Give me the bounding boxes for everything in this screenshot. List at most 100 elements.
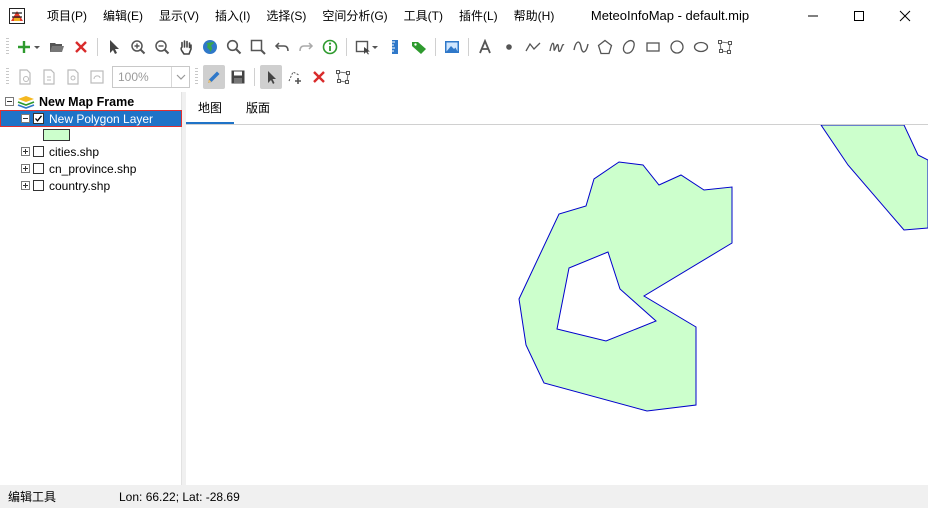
menu-plugins[interactable]: 插件(L) xyxy=(451,0,506,32)
toolbar-separator xyxy=(254,68,255,86)
document-refresh-icon xyxy=(90,70,104,84)
draw-point-button[interactable] xyxy=(498,35,520,59)
layer-node-country[interactable]: country.shp xyxy=(21,177,110,194)
draw-ellipse-button[interactable] xyxy=(690,35,712,59)
tag-icon xyxy=(412,42,426,54)
edit-feature-vertices-button[interactable] xyxy=(332,65,354,89)
text-a-icon xyxy=(479,39,491,54)
layer-visibility-checkbox[interactable] xyxy=(33,163,44,174)
zoom-level-value: 100% xyxy=(118,70,149,84)
draw-curve-polygon-button[interactable] xyxy=(618,35,640,59)
layer-properties-button[interactable] xyxy=(62,65,84,89)
full-extent-button[interactable] xyxy=(199,35,221,59)
draw-polyline-button[interactable] xyxy=(522,35,544,59)
info-button[interactable] xyxy=(319,35,341,59)
status-bar: 编辑工具 Lon: 66.22; Lat: -28.69 xyxy=(0,485,928,508)
tab-layout[interactable]: 版面 xyxy=(234,92,282,124)
new-layer-button[interactable] xyxy=(14,65,36,89)
pencil-icon xyxy=(208,71,220,83)
save-layer-button[interactable] xyxy=(38,65,60,89)
layer-node-cn-province[interactable]: cn_province.shp xyxy=(21,160,136,177)
draw-freehand-button[interactable] xyxy=(546,35,568,59)
picture-icon xyxy=(445,41,459,53)
window-title: MeteoInfoMap - default.mip xyxy=(590,8,750,23)
map-canvas[interactable] xyxy=(186,125,928,485)
label-tag-button[interactable] xyxy=(408,35,430,59)
toolbar-grip[interactable] xyxy=(6,68,9,86)
map-frame-node[interactable]: New Map Frame xyxy=(5,93,134,110)
add-layer-button[interactable] xyxy=(14,35,44,59)
save-edits-button[interactable] xyxy=(227,65,249,89)
collapse-toggle[interactable] xyxy=(21,114,30,123)
minimize-button[interactable] xyxy=(790,0,836,32)
document-properties-icon xyxy=(67,69,79,85)
select-pointer-button[interactable] xyxy=(103,35,125,59)
menu-insert[interactable]: 插入(I) xyxy=(207,0,258,32)
insert-picture-button[interactable] xyxy=(441,35,463,59)
draw-text-button[interactable] xyxy=(474,35,496,59)
layer-tree-panel: New Map Frame New Polygon Layer cities.s… xyxy=(0,92,182,485)
expand-toggle[interactable] xyxy=(21,181,30,190)
edit-vertices-button[interactable] xyxy=(714,35,736,59)
edit-mode-button[interactable] xyxy=(203,65,225,89)
info-icon xyxy=(322,39,338,55)
draw-circle-button[interactable] xyxy=(666,35,688,59)
polyline-icon xyxy=(525,42,541,52)
menu-project[interactable]: 项目(P) xyxy=(39,0,95,32)
pan-button[interactable] xyxy=(175,35,197,59)
polygon-feature-corner[interactable] xyxy=(820,125,928,231)
polygon-feature-main[interactable] xyxy=(518,161,733,412)
app-logo-icon xyxy=(9,8,25,24)
zoom-in-button[interactable] xyxy=(127,35,149,59)
layer-visibility-checkbox[interactable] xyxy=(33,146,44,157)
remove-layer-button[interactable] xyxy=(70,35,92,59)
menu-view[interactable]: 显示(V) xyxy=(151,0,207,32)
toolbar-grip[interactable] xyxy=(195,68,198,86)
measure-button[interactable] xyxy=(384,35,406,59)
undo-button[interactable] xyxy=(271,35,293,59)
delete-feature-button[interactable] xyxy=(308,65,330,89)
zoom-to-rect-button[interactable] xyxy=(247,35,269,59)
menu-select[interactable]: 选择(S) xyxy=(258,0,314,32)
select-region-icon xyxy=(355,40,378,55)
add-feature-button[interactable] xyxy=(284,65,306,89)
layer-visibility-checkbox[interactable] xyxy=(33,113,44,124)
menu-help[interactable]: 帮助(H) xyxy=(506,0,563,32)
menu-tools[interactable]: 工具(T) xyxy=(396,0,451,32)
chevron-down-icon[interactable] xyxy=(171,67,189,87)
refresh-layer-button[interactable] xyxy=(86,65,108,89)
expand-toggle[interactable] xyxy=(21,164,30,173)
menu-edit[interactable]: 编辑(E) xyxy=(95,0,151,32)
layer-node-polygon[interactable]: New Polygon Layer xyxy=(0,110,182,127)
document-save-icon xyxy=(43,69,55,85)
globe-icon xyxy=(203,40,217,54)
collapse-toggle[interactable] xyxy=(5,97,14,106)
close-button[interactable] xyxy=(882,0,928,32)
draw-curve-button[interactable] xyxy=(570,35,592,59)
draw-polygon-button[interactable] xyxy=(594,35,616,59)
ellipse-icon xyxy=(693,41,709,53)
tab-map[interactable]: 地图 xyxy=(186,92,235,124)
open-project-button[interactable] xyxy=(46,35,68,59)
hand-pan-icon xyxy=(180,40,192,55)
magnifier-icon xyxy=(226,39,242,55)
expand-toggle[interactable] xyxy=(21,147,30,156)
layer-node-cities[interactable]: cities.shp xyxy=(21,143,99,160)
toolbar-grip[interactable] xyxy=(6,38,9,56)
status-coordinates: Lon: 66.22; Lat: -28.69 xyxy=(119,489,240,504)
remove-x-icon xyxy=(75,41,87,53)
draw-rectangle-button[interactable] xyxy=(642,35,664,59)
select-feature-button[interactable] xyxy=(260,65,282,89)
identify-search-button[interactable] xyxy=(223,35,245,59)
zoom-out-button[interactable] xyxy=(151,35,173,59)
new-document-icon xyxy=(19,69,31,85)
menu-spatial-analysis[interactable]: 空间分析(G) xyxy=(314,0,395,32)
zoom-level-select[interactable]: 100% xyxy=(112,66,190,88)
polygon-legend-swatch[interactable] xyxy=(43,129,70,141)
redo-button[interactable] xyxy=(295,35,317,59)
edit-vertices-icon xyxy=(336,70,350,84)
layer-visibility-checkbox[interactable] xyxy=(33,180,44,191)
selection-tool-dropdown[interactable] xyxy=(352,35,382,59)
maximize-button[interactable] xyxy=(836,0,882,32)
toolbar-separator xyxy=(346,38,347,56)
